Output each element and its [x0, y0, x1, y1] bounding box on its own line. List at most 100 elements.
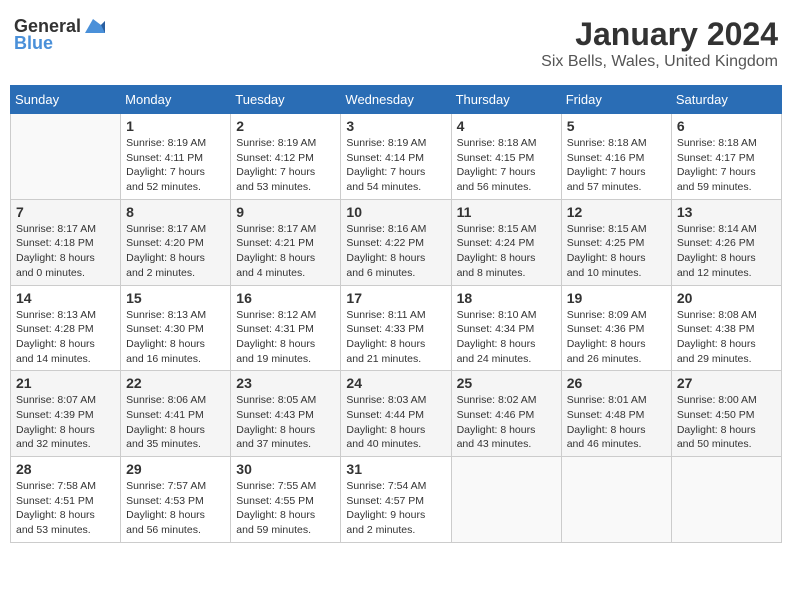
day-number: 11 — [457, 204, 556, 220]
weekday-header-wednesday: Wednesday — [341, 86, 451, 114]
day-info: Sunrise: 8:03 AM Sunset: 4:44 PM Dayligh… — [346, 393, 445, 452]
calendar-cell — [671, 457, 781, 543]
calendar-cell: 27 Sunrise: 8:00 AM Sunset: 4:50 PM Dayli… — [671, 371, 781, 457]
weekday-header-monday: Monday — [121, 86, 231, 114]
day-info: Sunrise: 7:55 AM Sunset: 4:55 PM Dayligh… — [236, 479, 335, 538]
day-number: 2 — [236, 118, 335, 134]
day-info: Sunrise: 8:06 AM Sunset: 4:41 PM Dayligh… — [126, 393, 225, 452]
logo-blue-text: Blue — [14, 33, 53, 54]
day-number: 25 — [457, 375, 556, 391]
day-number: 24 — [346, 375, 445, 391]
day-number: 15 — [126, 290, 225, 306]
calendar-cell: 26Sunrise: 8:01 AM Sunset: 4:48 PM Dayli… — [561, 371, 671, 457]
calendar-cell: 1 Sunrise: 8:19 AM Sunset: 4:11 PM Daylig… — [121, 114, 231, 200]
day-number: 7 — [16, 204, 115, 220]
calendar-week-row: 21Sunrise: 8:07 AM Sunset: 4:39 PM Dayli… — [11, 371, 782, 457]
calendar-week-row: 28Sunrise: 7:58 AM Sunset: 4:51 PM Dayli… — [11, 457, 782, 543]
day-info: Sunrise: 8:00 AM Sunset: 4:50 PM Dayligh… — [677, 393, 776, 452]
calendar-cell: 17Sunrise: 8:11 AM Sunset: 4:33 PM Dayli… — [341, 285, 451, 371]
day-number: 27 — [677, 375, 776, 391]
calendar-cell: 3 Sunrise: 8:19 AM Sunset: 4:14 PM Daylig… — [341, 114, 451, 200]
day-info: Sunrise: 8:17 AM Sunset: 4:18 PM Dayligh… — [16, 222, 115, 281]
day-number: 22 — [126, 375, 225, 391]
day-info: Sunrise: 8:19 AM Sunset: 4:12 PM Dayligh… — [236, 136, 335, 195]
day-number: 23 — [236, 375, 335, 391]
day-number: 19 — [567, 290, 666, 306]
day-info: Sunrise: 8:13 AM Sunset: 4:30 PM Dayligh… — [126, 308, 225, 367]
weekday-header-tuesday: Tuesday — [231, 86, 341, 114]
title-area: January 2024 Six Bells, Wales, United Ki… — [541, 16, 778, 71]
day-number: 18 — [457, 290, 556, 306]
day-info: Sunrise: 8:08 AM Sunset: 4:38 PM Dayligh… — [677, 308, 776, 367]
day-number: 6 — [677, 118, 776, 134]
day-number: 4 — [457, 118, 556, 134]
day-info: Sunrise: 7:57 AM Sunset: 4:53 PM Dayligh… — [126, 479, 225, 538]
calendar-cell: 12Sunrise: 8:15 AM Sunset: 4:25 PM Dayli… — [561, 199, 671, 285]
calendar-cell: 30 Sunrise: 7:55 AM Sunset: 4:55 PM Dayli… — [231, 457, 341, 543]
calendar-cell: 24 Sunrise: 8:03 AM Sunset: 4:44 PM Dayli… — [341, 371, 451, 457]
day-info: Sunrise: 8:14 AM Sunset: 4:26 PM Dayligh… — [677, 222, 776, 281]
calendar-cell — [451, 457, 561, 543]
calendar-cell: 7 Sunrise: 8:17 AM Sunset: 4:18 PM Daylig… — [11, 199, 121, 285]
day-number: 10 — [346, 204, 445, 220]
calendar-week-row: 1 Sunrise: 8:19 AM Sunset: 4:11 PM Daylig… — [11, 114, 782, 200]
calendar-week-row: 7 Sunrise: 8:17 AM Sunset: 4:18 PM Daylig… — [11, 199, 782, 285]
logo: General Blue — [14, 16, 105, 54]
calendar-cell: 5 Sunrise: 8:18 AM Sunset: 4:16 PM Daylig… — [561, 114, 671, 200]
day-info: Sunrise: 8:01 AM Sunset: 4:48 PM Dayligh… — [567, 393, 666, 452]
calendar-cell: 4 Sunrise: 8:18 AM Sunset: 4:15 PM Daylig… — [451, 114, 561, 200]
calendar-cell: 31 Sunrise: 7:54 AM Sunset: 4:57 PM Dayli… — [341, 457, 451, 543]
day-info: Sunrise: 8:13 AM Sunset: 4:28 PM Dayligh… — [16, 308, 115, 367]
calendar-cell: 2 Sunrise: 8:19 AM Sunset: 4:12 PM Daylig… — [231, 114, 341, 200]
day-info: Sunrise: 8:07 AM Sunset: 4:39 PM Dayligh… — [16, 393, 115, 452]
day-number: 14 — [16, 290, 115, 306]
day-info: Sunrise: 8:16 AM Sunset: 4:22 PM Dayligh… — [346, 222, 445, 281]
day-info: Sunrise: 8:18 AM Sunset: 4:15 PM Dayligh… — [457, 136, 556, 195]
calendar-cell: 25 Sunrise: 8:02 AM Sunset: 4:46 PM Dayli… — [451, 371, 561, 457]
day-info: Sunrise: 8:18 AM Sunset: 4:16 PM Dayligh… — [567, 136, 666, 195]
calendar-cell: 21Sunrise: 8:07 AM Sunset: 4:39 PM Dayli… — [11, 371, 121, 457]
weekday-header-thursday: Thursday — [451, 86, 561, 114]
calendar-cell: 6 Sunrise: 8:18 AM Sunset: 4:17 PM Daylig… — [671, 114, 781, 200]
weekday-header-sunday: Sunday — [11, 86, 121, 114]
day-number: 28 — [16, 461, 115, 477]
day-number: 13 — [677, 204, 776, 220]
calendar-cell: 16Sunrise: 8:12 AM Sunset: 4:31 PM Dayli… — [231, 285, 341, 371]
calendar-table: SundayMondayTuesdayWednesdayThursdayFrid… — [10, 85, 782, 543]
weekday-header-friday: Friday — [561, 86, 671, 114]
day-number: 31 — [346, 461, 445, 477]
day-info: Sunrise: 8:19 AM Sunset: 4:14 PM Dayligh… — [346, 136, 445, 195]
day-info: Sunrise: 8:11 AM Sunset: 4:33 PM Dayligh… — [346, 308, 445, 367]
calendar-cell: 19 Sunrise: 8:09 AM Sunset: 4:36 PM Dayli… — [561, 285, 671, 371]
calendar-cell: 22 Sunrise: 8:06 AM Sunset: 4:41 PM Dayli… — [121, 371, 231, 457]
day-info: Sunrise: 8:17 AM Sunset: 4:21 PM Dayligh… — [236, 222, 335, 281]
day-number: 1 — [126, 118, 225, 134]
day-info: Sunrise: 8:15 AM Sunset: 4:25 PM Dayligh… — [567, 222, 666, 281]
day-number: 3 — [346, 118, 445, 134]
day-info: Sunrise: 8:02 AM Sunset: 4:46 PM Dayligh… — [457, 393, 556, 452]
day-number: 20 — [677, 290, 776, 306]
day-number: 9 — [236, 204, 335, 220]
day-info: Sunrise: 8:17 AM Sunset: 4:20 PM Dayligh… — [126, 222, 225, 281]
calendar-cell: 15 Sunrise: 8:13 AM Sunset: 4:30 PM Dayli… — [121, 285, 231, 371]
calendar-cell — [561, 457, 671, 543]
day-info: Sunrise: 8:09 AM Sunset: 4:36 PM Dayligh… — [567, 308, 666, 367]
day-number: 30 — [236, 461, 335, 477]
calendar-week-row: 14 Sunrise: 8:13 AM Sunset: 4:28 PM Dayli… — [11, 285, 782, 371]
calendar-cell: 9 Sunrise: 8:17 AM Sunset: 4:21 PM Daylig… — [231, 199, 341, 285]
calendar-cell: 13 Sunrise: 8:14 AM Sunset: 4:26 PM Dayli… — [671, 199, 781, 285]
month-title: January 2024 — [541, 16, 778, 53]
day-info: Sunrise: 8:18 AM Sunset: 4:17 PM Dayligh… — [677, 136, 776, 195]
day-number: 29 — [126, 461, 225, 477]
calendar-cell: 23Sunrise: 8:05 AM Sunset: 4:43 PM Dayli… — [231, 371, 341, 457]
day-info: Sunrise: 7:54 AM Sunset: 4:57 PM Dayligh… — [346, 479, 445, 538]
calendar-cell: 28Sunrise: 7:58 AM Sunset: 4:51 PM Dayli… — [11, 457, 121, 543]
calendar-cell: 10 Sunrise: 8:16 AM Sunset: 4:22 PM Dayli… — [341, 199, 451, 285]
day-info: Sunrise: 8:19 AM Sunset: 4:11 PM Dayligh… — [126, 136, 225, 195]
day-number: 5 — [567, 118, 666, 134]
day-info: Sunrise: 8:15 AM Sunset: 4:24 PM Dayligh… — [457, 222, 556, 281]
logo-icon — [83, 17, 105, 35]
day-info: Sunrise: 8:12 AM Sunset: 4:31 PM Dayligh… — [236, 308, 335, 367]
calendar-cell: 29 Sunrise: 7:57 AM Sunset: 4:53 PM Dayli… — [121, 457, 231, 543]
calendar-cell — [11, 114, 121, 200]
